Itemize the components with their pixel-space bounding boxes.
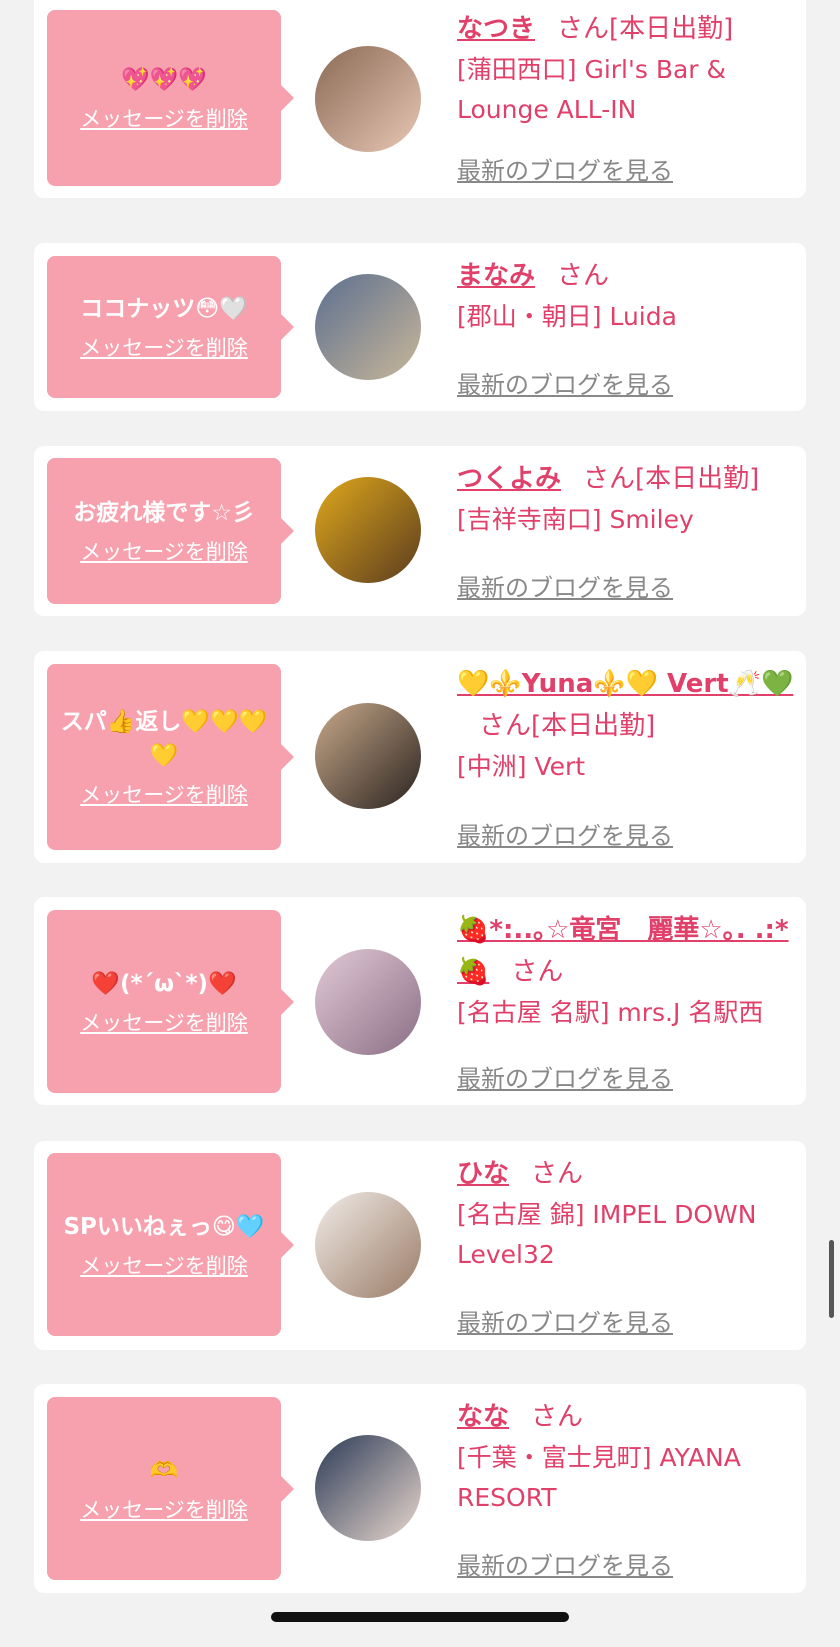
avatar[interactable]	[315, 1192, 421, 1298]
message-bubble: 🫶 メッセージを削除	[47, 1397, 294, 1580]
cast-info: つくよみ さん[本日出勤] [吉祥寺南口] Smiley 最新のブログを見る	[457, 458, 802, 608]
message-text: 🫶	[149, 1457, 179, 1484]
shop-name: [名古屋 錦] IMPEL DOWN Level32	[457, 1200, 757, 1269]
list-item: SPいいねぇっ😋🩵 メッセージを削除 ひな さん [名古屋 錦] IMPEL DO…	[34, 1141, 806, 1350]
delete-message-link[interactable]: メッセージを削除	[80, 1494, 248, 1524]
avatar[interactable]	[315, 1435, 421, 1541]
avatar[interactable]	[315, 46, 421, 152]
status-badge: [本日出勤]	[609, 14, 734, 44]
message-bubble: 💖💖💖 メッセージを削除	[47, 10, 294, 186]
message-bubble: ❤️(*´ω`*)❤️ メッセージを削除	[47, 910, 294, 1093]
cast-info: 🍓*:..｡☆竜宮 麗華☆｡. .:*🍓 さん [名古屋 名駅] mrs.J 名駅…	[457, 909, 802, 1099]
delete-message-link[interactable]: メッセージを削除	[80, 103, 248, 133]
message-text: スパ👍返し💛💛💛💛	[60, 709, 268, 769]
blog-link[interactable]: 最新のブログを見る	[457, 1546, 673, 1581]
status-badge: [本日出勤]	[531, 711, 656, 741]
cast-name-link[interactable]: 🍓*:..｡☆竜宮 麗華☆｡. .:*🍓	[457, 915, 789, 987]
honorific: さん	[531, 1402, 584, 1432]
shop-name: [吉祥寺南口] Smiley	[457, 505, 694, 534]
list-item: スパ👍返し💛💛💛💛 メッセージを削除 💛⚜️Yuna⚜️💛 Vert🥂💚 さん[本…	[34, 651, 806, 863]
message-text: ココナッツ😳🤍	[80, 296, 248, 322]
delete-message-link[interactable]: メッセージを削除	[80, 536, 248, 566]
cast-info: ひな さん [名古屋 錦] IMPEL DOWN Level32 最新のブログを見…	[457, 1153, 802, 1343]
message-text: ❤️(*´ω`*)❤️	[91, 970, 237, 997]
blog-link[interactable]: 最新のブログを見る	[457, 568, 673, 603]
blog-link[interactable]: 最新のブログを見る	[457, 365, 673, 400]
shop-name: [蒲田西口] Girl's Bar & Lounge ALL-IN	[457, 55, 727, 124]
honorific: さん	[479, 711, 532, 741]
delete-message-link[interactable]: メッセージを削除	[80, 779, 248, 809]
list-item: 💖💖💖 メッセージを削除 なつき さん[本日出勤] [蒲田西口] Girl's B…	[34, 0, 806, 198]
cast-name-link[interactable]: なな	[457, 1402, 509, 1432]
list-item: ココナッツ😳🤍 メッセージを削除 まなみ さん [郡山・朝日] Luida 最新の…	[34, 243, 806, 411]
avatar[interactable]	[315, 949, 421, 1055]
list-item: 🫶 メッセージを削除 なな さん [千葉・富士見町] AYANA RESORT 最…	[34, 1384, 806, 1593]
blog-link[interactable]: 最新のブログを見る	[457, 1303, 673, 1338]
message-text: 💖💖💖	[121, 67, 207, 93]
cast-info: なつき さん[本日出勤] [蒲田西口] Girl's Bar & Lounge A…	[457, 8, 802, 193]
message-text: SPいいねぇっ😋🩵	[63, 1213, 265, 1240]
cast-name-link[interactable]: つくよみ	[457, 464, 561, 494]
blog-link[interactable]: 最新のブログを見る	[457, 1059, 673, 1094]
cast-name-link[interactable]: まなみ	[457, 261, 535, 291]
honorific: さん	[511, 957, 564, 987]
shop-name: [郡山・朝日] Luida	[457, 302, 677, 331]
honorific: さん	[583, 464, 636, 494]
cast-info: なな さん [千葉・富士見町] AYANA RESORT 最新のブログを見る	[457, 1396, 802, 1586]
message-text: お疲れ様です☆彡	[73, 500, 255, 526]
shop-name: [千葉・富士見町] AYANA RESORT	[457, 1443, 741, 1512]
home-indicator[interactable]	[271, 1612, 569, 1622]
honorific: さん	[531, 1159, 584, 1189]
message-bubble: スパ👍返し💛💛💛💛 メッセージを削除	[47, 664, 294, 850]
cast-name-link[interactable]: なつき	[457, 14, 535, 44]
message-bubble: ココナッツ😳🤍 メッセージを削除	[47, 256, 294, 398]
avatar[interactable]	[315, 477, 421, 583]
list-item: お疲れ様です☆彡 メッセージを削除 つくよみ さん[本日出勤] [吉祥寺南口] S…	[34, 446, 806, 616]
cast-info: まなみ さん [郡山・朝日] Luida 最新のブログを見る	[457, 255, 802, 405]
status-badge: [本日出勤]	[635, 464, 760, 494]
delete-message-link[interactable]: メッセージを削除	[80, 1007, 248, 1037]
message-bubble: お疲れ様です☆彡 メッセージを削除	[47, 458, 294, 604]
honorific: さん	[557, 261, 610, 291]
avatar[interactable]	[315, 703, 421, 809]
honorific: さん	[557, 14, 610, 44]
message-bubble: SPいいねぇっ😋🩵 メッセージを削除	[47, 1153, 294, 1336]
list-item: ❤️(*´ω`*)❤️ メッセージを削除 🍓*:..｡☆竜宮 麗華☆｡. .:*…	[34, 897, 806, 1105]
cast-info: 💛⚜️Yuna⚜️💛 Vert🥂💚 さん[本日出勤] [中洲] Vert 最新のブ…	[457, 663, 802, 858]
blog-link[interactable]: 最新のブログを見る	[457, 816, 673, 851]
scrollbar[interactable]	[829, 1240, 834, 1318]
cast-name-link[interactable]: ひな	[457, 1159, 509, 1189]
avatar[interactable]	[315, 274, 421, 380]
cast-name-link[interactable]: 💛⚜️Yuna⚜️💛 Vert🥂💚	[457, 669, 793, 699]
shop-name: [名古屋 名駅] mrs.J 名駅西	[457, 998, 764, 1027]
delete-message-link[interactable]: メッセージを削除	[80, 332, 248, 362]
blog-link[interactable]: 最新のブログを見る	[457, 151, 673, 186]
shop-name: [中洲] Vert	[457, 752, 586, 781]
delete-message-link[interactable]: メッセージを削除	[80, 1250, 248, 1280]
